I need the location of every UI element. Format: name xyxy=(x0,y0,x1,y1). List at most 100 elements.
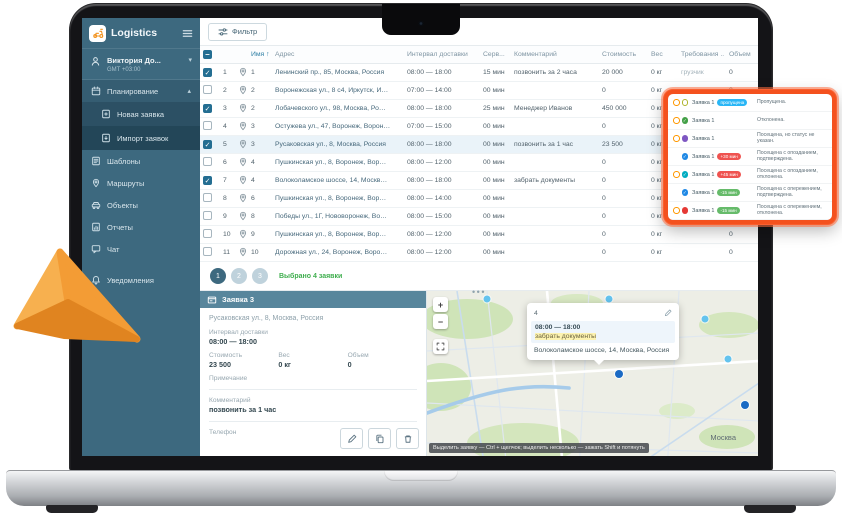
laptop-base xyxy=(6,470,836,506)
interval-label: Интервал доставки xyxy=(209,329,417,336)
pin-icon xyxy=(238,229,248,239)
chevron-down-icon: ▾ xyxy=(188,56,192,64)
cell-interval: 08:00 — 15:00 xyxy=(404,213,480,220)
table-row[interactable]: 1110Дорожная ул., 24, Воронеж, Воро…08:0… xyxy=(200,244,758,262)
sidebar-item-0[interactable]: Планирование▴ xyxy=(82,80,200,102)
user-profile[interactable]: Виктория До... GMT +03:00 ▾ xyxy=(82,49,200,80)
column-header-requirements[interactable]: Требования .. xyxy=(678,51,726,58)
page-button-1[interactable]: 1 xyxy=(210,268,226,284)
column-header-address[interactable]: Адрес xyxy=(272,51,404,58)
delete-button[interactable] xyxy=(396,428,419,449)
legend-description: Посещена с опозданием, отклонена. xyxy=(757,169,827,181)
legend-badge: +45 мин xyxy=(717,171,740,178)
select-all-checkbox[interactable]: – xyxy=(203,50,212,59)
menu-icon[interactable] xyxy=(182,28,193,39)
table-row[interactable]: ✓11Ленинский пр., 85, Москва, Россия08:0… xyxy=(200,64,758,82)
sidebar-subitem-0[interactable]: Новая заявка xyxy=(82,102,200,126)
cell-service: 15 мин xyxy=(480,69,511,76)
sidebar-subitem-1[interactable]: Импорт заявок xyxy=(82,126,200,150)
logo-box xyxy=(89,25,106,42)
copy-button[interactable] xyxy=(368,428,391,449)
user-icon xyxy=(90,56,101,67)
pin-icon xyxy=(238,85,248,95)
sidebar-item-6[interactable]: Уведомления xyxy=(82,269,200,291)
column-header-interval[interactable]: Интервал доставки xyxy=(404,51,480,58)
cell-name: 9 xyxy=(248,231,272,238)
cell-service: 00 мин xyxy=(480,195,511,202)
expand-icon xyxy=(436,342,445,351)
clock-orange-icon xyxy=(673,135,680,142)
pencil-icon xyxy=(347,434,357,444)
weight-label: Вес xyxy=(278,352,347,359)
circle-red-icon xyxy=(682,207,689,214)
note-label: Примечание xyxy=(209,375,417,382)
cell-cost: 0 xyxy=(599,231,648,238)
row-checkbox[interactable] xyxy=(203,229,212,238)
sidebar-item-3[interactable]: Объекты xyxy=(82,194,200,216)
cell-name: 2 xyxy=(248,105,272,112)
sidebar-item-1[interactable]: Шаблоны xyxy=(82,150,200,172)
check-blue-icon: ✓ xyxy=(682,153,689,160)
page-button-3[interactable]: 3 xyxy=(252,268,268,284)
row-checkbox[interactable] xyxy=(203,157,212,166)
page-button-2[interactable]: 2 xyxy=(231,268,247,284)
row-checkbox[interactable] xyxy=(203,211,212,220)
zoom-in-button[interactable]: + xyxy=(433,297,448,312)
cell-address: Ленинский пр., 85, Москва, Россия xyxy=(272,69,404,76)
map-marker[interactable] xyxy=(725,355,732,362)
edit-button[interactable] xyxy=(340,428,363,449)
row-checkbox[interactable] xyxy=(203,85,212,94)
cost-value: 23 500 xyxy=(209,360,278,369)
map-marker[interactable] xyxy=(606,296,613,303)
fullscreen-button[interactable] xyxy=(433,339,448,354)
request-title: Заявка 3 xyxy=(222,295,254,304)
cell-address: Лобачевского ул., 98, Москва, Ро… xyxy=(272,105,404,112)
zoom-out-button[interactable]: − xyxy=(433,314,448,329)
map-marker[interactable] xyxy=(615,370,623,378)
column-header-cost[interactable]: Стоимость xyxy=(599,51,648,58)
sidebar-menu: Планирование▴ Новая заявка Импорт заявокШа… xyxy=(82,80,200,291)
pin-icon xyxy=(238,247,248,257)
column-header-volume[interactable]: Объем xyxy=(726,51,758,58)
cell-service: 00 мин xyxy=(480,231,511,238)
column-header-comment[interactable]: Комментарий xyxy=(511,51,599,58)
calendar-icon xyxy=(91,86,101,96)
row-checkbox[interactable] xyxy=(203,121,212,130)
row-number: 2 xyxy=(220,87,235,94)
row-checkbox[interactable] xyxy=(203,247,212,256)
comment-value: позвонить за 1 час xyxy=(209,405,417,414)
volume-label: Объем xyxy=(348,352,417,359)
panel-resize-handle[interactable]: ••• xyxy=(472,287,486,297)
laptop-screen-bezel: Logistics Виктория До... GMT +03:00 ▾ Пл… xyxy=(70,4,772,470)
table-header: – Имя ↑АдресИнтервал доставкиСерв...Комме… xyxy=(200,46,758,64)
map-marker[interactable] xyxy=(741,401,749,409)
sidebar-item-5[interactable]: Чат xyxy=(82,238,200,260)
sidebar-item-label: Планирование xyxy=(107,87,158,96)
column-header-service[interactable]: Серв... xyxy=(480,51,511,58)
row-number: 9 xyxy=(220,213,235,220)
legend-badge: +30 мин xyxy=(717,153,740,160)
cell-interval: 07:00 — 14:00 xyxy=(404,87,480,94)
row-checkbox[interactable]: ✓ xyxy=(203,104,212,113)
row-checkbox[interactable]: ✓ xyxy=(203,176,212,185)
map-marker[interactable] xyxy=(702,316,709,323)
logistics-app-window: Logistics Виктория До... GMT +03:00 ▾ Пл… xyxy=(82,18,758,456)
row-checkbox[interactable]: ✓ xyxy=(203,68,212,77)
column-header-weight[interactable]: Вес xyxy=(648,51,678,58)
cell-volume: 0 xyxy=(726,69,758,76)
sidebar-item-4[interactable]: Отчеты xyxy=(82,216,200,238)
row-number: 4 xyxy=(220,123,235,130)
cell-weight: 0 кг xyxy=(648,69,678,76)
table-row[interactable]: 109Пушкинская ул., 8, Воронеж, Вор…08:00… xyxy=(200,226,758,244)
map-canvas[interactable]: + − 4 08:00 — 18:00 xyxy=(427,291,758,456)
column-header-name[interactable]: Имя ↑ xyxy=(248,51,272,58)
clock-orange-icon xyxy=(673,117,680,124)
row-checkbox[interactable]: ✓ xyxy=(203,140,212,149)
popup-edit-icon[interactable] xyxy=(664,309,672,317)
filter-button[interactable]: Фильтр xyxy=(208,23,267,41)
row-number: 5 xyxy=(220,141,235,148)
sidebar-item-2[interactable]: Маршруты xyxy=(82,172,200,194)
sidebar-subitem-label: Новая заявка xyxy=(117,110,164,119)
row-checkbox[interactable] xyxy=(203,193,212,202)
request-card-icon xyxy=(207,295,217,305)
